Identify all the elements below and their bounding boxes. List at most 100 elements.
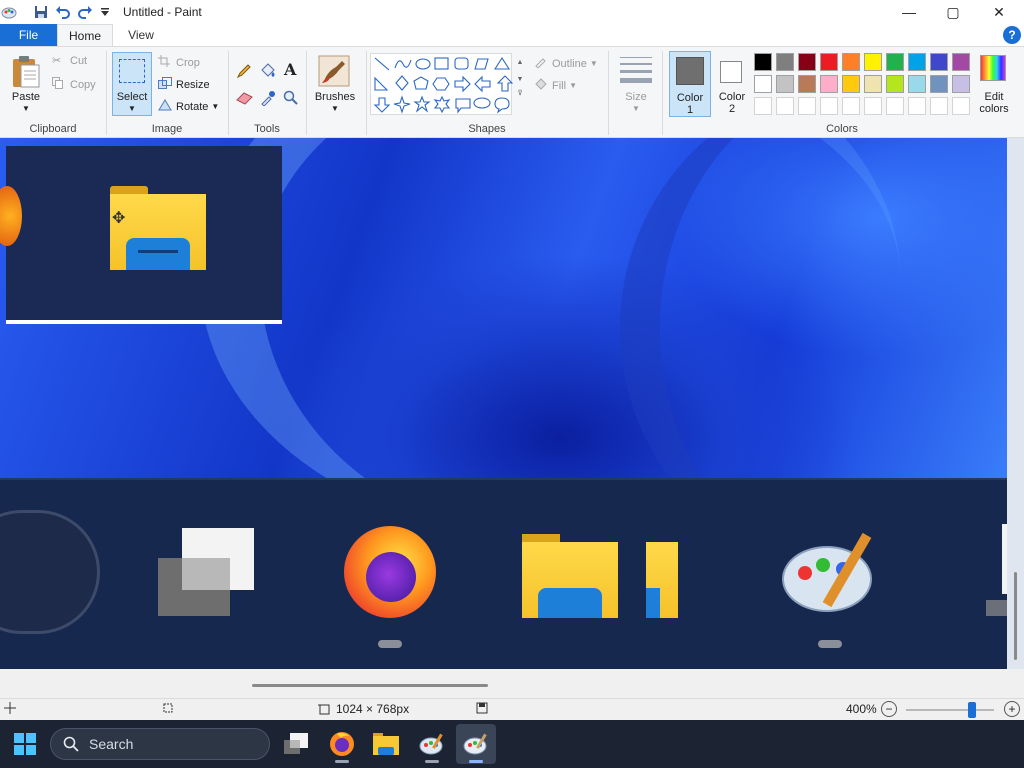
magnifier-icon[interactable]	[283, 90, 299, 109]
select-button[interactable]: Select ▼	[112, 52, 152, 116]
horizontal-scrollbar-track[interactable]	[0, 669, 1024, 698]
canvas-area[interactable]: ✥	[0, 138, 1024, 698]
palette-color-swatch[interactable]	[864, 53, 882, 71]
start-button[interactable]	[14, 733, 36, 758]
paint-icon	[419, 733, 443, 755]
taskbar-paint-active[interactable]	[456, 724, 496, 764]
shapes-scroll-up-icon[interactable]: ▲	[514, 59, 526, 66]
palette-color-swatch[interactable]	[952, 75, 970, 93]
minimize-button[interactable]: —	[886, 0, 932, 24]
taskbar-file-explorer[interactable]	[366, 724, 406, 764]
close-button[interactable]: ✕	[976, 0, 1022, 24]
image-canvas[interactable]: ✥	[0, 138, 1007, 669]
fill-icon	[534, 78, 550, 93]
resize-icon	[158, 77, 174, 92]
undo-icon[interactable]	[54, 3, 72, 21]
partial-window-edge	[1002, 524, 1007, 594]
text-tool-icon[interactable]: A	[284, 60, 296, 79]
palette-custom-slot[interactable]	[886, 97, 904, 115]
shapes-gallery[interactable]	[370, 53, 514, 115]
taskbar-paint[interactable]	[412, 724, 452, 764]
help-icon[interactable]: ?	[1003, 26, 1021, 44]
copy-button[interactable]: Copy	[52, 77, 96, 92]
resize-button[interactable]: Resize	[158, 77, 210, 92]
color1-button[interactable]: Color 1	[669, 51, 711, 117]
brushes-dropdown-icon[interactable]: ▼	[312, 103, 358, 115]
vertical-scrollbar-thumb[interactable]	[1014, 572, 1017, 660]
save-icon[interactable]	[32, 3, 50, 21]
palette-color-swatch[interactable]	[754, 75, 772, 93]
outline-button[interactable]: Outline ▼	[534, 56, 598, 71]
palette-color-swatch[interactable]	[952, 53, 970, 71]
palette-custom-slot[interactable]	[754, 97, 772, 115]
customize-quick-access-icon[interactable]	[96, 3, 114, 21]
palette-color-swatch[interactable]	[776, 53, 794, 71]
taskbar-task-view[interactable]	[276, 724, 316, 764]
palette-color-swatch[interactable]	[798, 75, 816, 93]
palette-color-swatch[interactable]	[754, 53, 772, 71]
color2-button[interactable]: Color 2	[713, 51, 751, 117]
shapes-scroll-down-icon[interactable]: ▼	[514, 76, 526, 83]
partial-icon-right	[986, 600, 1007, 616]
palette-custom-slot[interactable]	[820, 97, 838, 115]
canvas-size-icon: 1024 × 768px	[318, 702, 409, 716]
palette-color-swatch[interactable]	[908, 53, 926, 71]
maximize-button[interactable]: ▢	[930, 0, 976, 24]
clipboard-group-label: Clipboard	[29, 123, 77, 135]
fill-bucket-icon[interactable]	[259, 63, 277, 82]
palette-custom-slot[interactable]	[930, 97, 948, 115]
color-picker-icon[interactable]	[260, 90, 276, 109]
tab-view[interactable]: View	[113, 24, 169, 46]
shapes-scroll[interactable]: ▲ ▼ ⊽	[514, 53, 526, 115]
palette-color-swatch[interactable]	[886, 53, 904, 71]
search-label: Search	[89, 736, 134, 752]
palette-color-swatch[interactable]	[820, 75, 838, 93]
pasted-selection[interactable]: ✥	[0, 146, 282, 324]
color1-label: Color	[676, 92, 704, 104]
tab-home[interactable]: Home	[57, 24, 113, 46]
cut-button[interactable]: ✂ Cut	[52, 54, 87, 68]
palette-color-swatch[interactable]	[908, 75, 926, 93]
taskbar-firefox[interactable]	[322, 724, 362, 764]
palette-color-swatch[interactable]	[864, 75, 882, 93]
redo-icon[interactable]	[76, 3, 94, 21]
brushes-button[interactable]	[318, 55, 350, 90]
eraser-icon[interactable]	[236, 91, 254, 108]
crop-button[interactable]: Crop	[158, 55, 200, 70]
zoom-in-button[interactable]: +	[1004, 701, 1020, 717]
palette-custom-slot[interactable]	[798, 97, 816, 115]
rotate-button[interactable]: Rotate ▼	[158, 99, 219, 114]
zoom-out-button[interactable]: −	[881, 701, 897, 717]
fill-button[interactable]: Fill ▼	[534, 78, 577, 93]
palette-custom-slot[interactable]	[908, 97, 926, 115]
edit-colors-label[interactable]: Edit	[974, 91, 1014, 103]
edit-colors-label-2[interactable]: colors	[974, 103, 1014, 115]
zoom-level: 400%	[846, 702, 877, 716]
palette-color-swatch[interactable]	[798, 53, 816, 71]
palette-color-swatch[interactable]	[930, 53, 948, 71]
palette-color-swatch[interactable]	[820, 53, 838, 71]
windows-logo-icon	[14, 733, 36, 755]
palette-custom-slot[interactable]	[952, 97, 970, 115]
edit-colors-icon[interactable]	[980, 55, 1008, 83]
copy-icon	[52, 77, 68, 92]
palette-custom-slot[interactable]	[776, 97, 794, 115]
horizontal-scrollbar-thumb[interactable]	[252, 684, 488, 687]
paste-button[interactable]	[10, 55, 42, 88]
palette-color-swatch[interactable]	[776, 75, 794, 93]
tab-file[interactable]: File	[0, 24, 57, 46]
zoom-slider-thumb[interactable]	[968, 702, 976, 718]
palette-color-swatch[interactable]	[842, 75, 860, 93]
shapes-expand-icon[interactable]: ⊽	[514, 89, 526, 97]
palette-custom-slot[interactable]	[864, 97, 882, 115]
palette-custom-slot[interactable]	[842, 97, 860, 115]
taskbar-search-box[interactable]: Search	[50, 728, 270, 760]
pencil-icon[interactable]	[236, 63, 252, 82]
paste-dropdown-icon[interactable]: ▼	[8, 103, 44, 115]
palette-color-swatch[interactable]	[930, 75, 948, 93]
palette-color-swatch[interactable]	[842, 53, 860, 71]
palette-color-swatch[interactable]	[886, 75, 904, 93]
zoom-slider[interactable]	[906, 702, 994, 718]
fill-dropdown-icon: ▼	[569, 81, 577, 90]
size-button[interactable]	[620, 57, 652, 83]
